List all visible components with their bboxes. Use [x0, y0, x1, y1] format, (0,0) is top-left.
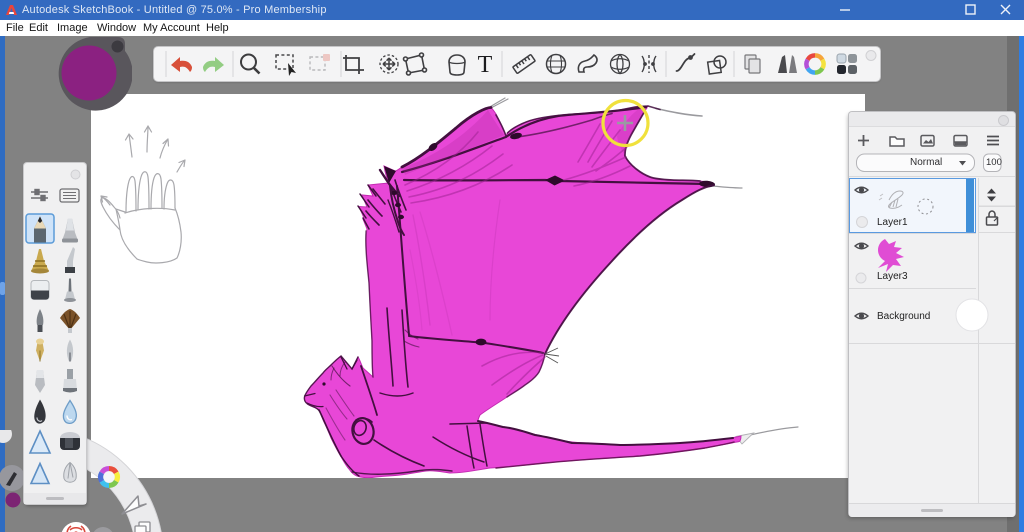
svg-text:T: T — [478, 52, 493, 78]
